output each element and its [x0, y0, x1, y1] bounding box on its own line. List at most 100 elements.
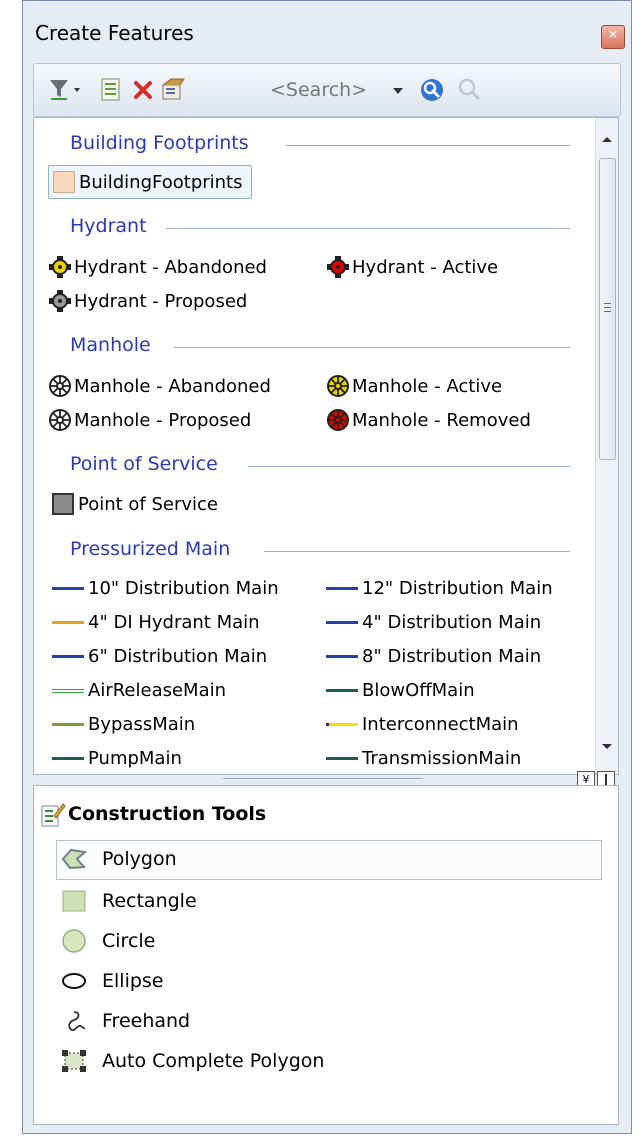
group-header-hydrant: Hydrant: [70, 215, 147, 237]
template-label: BuildingFootprints: [79, 171, 243, 193]
template-list[interactable]: Building Footprints BuildingFootprints H…: [33, 117, 619, 775]
freehand-icon: [60, 1008, 88, 1034]
polygon-icon: [60, 846, 88, 872]
template-main[interactable]: AirReleaseMain: [52, 680, 226, 701]
circle-icon: [60, 928, 88, 954]
tool-label: Freehand: [102, 1010, 191, 1032]
template-hydrant-proposed[interactable]: Hydrant - Proposed: [48, 289, 247, 313]
group-header-point-of-service: Point of Service: [70, 453, 218, 475]
group-header-pressurized-main: Pressurized Main: [70, 538, 231, 560]
point-symbol-icon: [52, 493, 74, 515]
template-main[interactable]: 10" Distribution Main: [52, 578, 279, 599]
line-symbol-icon: [52, 723, 84, 726]
line-symbol-icon: [326, 723, 358, 726]
window-title: Create Features: [35, 21, 194, 45]
manhole-symbol-icon: [49, 409, 71, 431]
template-label: Manhole - Removed: [352, 409, 531, 431]
template-hydrant-active[interactable]: Hydrant - Active: [326, 255, 498, 279]
tool-rectangle[interactable]: Rectangle: [60, 888, 197, 914]
template-label: Hydrant - Abandoned: [74, 256, 267, 278]
template-label: Manhole - Proposed: [74, 409, 252, 431]
template-main[interactable]: BypassMain: [52, 714, 195, 735]
toolbar: <Search>: [33, 63, 621, 117]
template-main[interactable]: 12" Distribution Main: [326, 578, 553, 599]
line-symbol-icon: [326, 757, 358, 760]
line-symbol-icon: [326, 655, 358, 658]
tool-auto-complete-polygon[interactable]: Auto Complete Polygon: [60, 1048, 324, 1074]
template-label: AirReleaseMain: [88, 680, 227, 701]
construction-tools-title: Construction Tools: [68, 803, 267, 825]
properties-icon[interactable]: [160, 77, 186, 103]
template-main[interactable]: BlowOffMain: [326, 680, 475, 701]
line-symbol-icon: [326, 621, 358, 624]
template-main[interactable]: InterconnectMain: [326, 714, 519, 735]
filter-icon[interactable]: [48, 77, 84, 103]
tool-label: Polygon: [102, 848, 177, 870]
manhole-symbol-icon: [327, 409, 349, 431]
template-label: 6" Distribution Main: [88, 646, 268, 667]
clear-search-icon[interactable]: [456, 77, 484, 103]
hydrant-symbol-icon: [49, 256, 71, 278]
scroll-down-icon[interactable]: [596, 736, 618, 756]
search-input[interactable]: <Search>: [270, 76, 380, 104]
template-label: Manhole - Active: [352, 375, 503, 397]
template-manhole-proposed[interactable]: Manhole - Proposed: [48, 408, 251, 432]
construction-tools-icon: [41, 803, 66, 827]
hydrant-symbol-icon: [49, 290, 71, 312]
tool-freehand[interactable]: Freehand: [60, 1008, 190, 1034]
tool-circle[interactable]: Circle: [60, 928, 155, 954]
auto-complete-polygon-icon: [60, 1048, 88, 1074]
tool-label: Rectangle: [102, 890, 197, 912]
line-symbol-icon: [52, 757, 84, 760]
ellipse-icon: [60, 968, 88, 994]
group-divider: [264, 551, 570, 552]
line-symbol-icon: [52, 621, 84, 624]
manhole-symbol-icon: [49, 375, 71, 397]
line-symbol-icon: [326, 689, 358, 692]
template-label: InterconnectMain: [362, 714, 519, 735]
template-label: TransmissionMain: [362, 748, 522, 769]
search-icon[interactable]: [418, 77, 446, 103]
template-manhole-active[interactable]: Manhole - Active: [326, 374, 502, 398]
template-main[interactable]: 6" Distribution Main: [52, 646, 267, 667]
scroll-up-icon[interactable]: [596, 130, 618, 150]
template-manhole-abandoned[interactable]: Manhole - Abandoned: [48, 374, 271, 398]
hydrant-symbol-icon: [327, 256, 349, 278]
template-label: Hydrant - Proposed: [74, 290, 248, 312]
group-divider: [286, 145, 570, 146]
search-dropdown-icon[interactable]: [390, 77, 406, 103]
template-main[interactable]: 4" Distribution Main: [326, 612, 541, 633]
delete-icon[interactable]: [132, 77, 154, 103]
template-main[interactable]: 8" Distribution Main: [326, 646, 541, 667]
manhole-symbol-icon: [327, 375, 349, 397]
title-bar: Create Features ✕: [23, 1, 631, 63]
close-button[interactable]: ✕: [601, 25, 625, 49]
group-divider: [248, 466, 570, 467]
template-main[interactable]: PumpMain: [52, 748, 182, 769]
template-main[interactable]: 4" DI Hydrant Main: [52, 612, 260, 633]
template-point-of-service[interactable]: Point of Service: [52, 493, 218, 515]
template-list-scrollbar[interactable]: [595, 118, 618, 774]
organize-templates-icon[interactable]: [100, 77, 122, 103]
line-symbol-icon: [52, 655, 84, 658]
create-features-window: Create Features ✕ <Search> Building Foot…: [22, 0, 632, 1134]
template-main[interactable]: TransmissionMain: [326, 748, 521, 769]
template-label: 12" Distribution Main: [362, 578, 553, 599]
pane-splitter[interactable]: ¥: [33, 771, 617, 789]
polygon-symbol-icon: [53, 171, 75, 193]
template-building-footprints[interactable]: BuildingFootprints: [48, 165, 252, 199]
scrollbar-thumb[interactable]: [599, 158, 616, 460]
group-header-building: Building Footprints: [70, 132, 249, 154]
template-hydrant-abandoned[interactable]: Hydrant - Abandoned: [48, 255, 267, 279]
template-label: PumpMain: [88, 748, 182, 769]
template-label: 4" DI Hydrant Main: [88, 612, 260, 633]
tool-ellipse[interactable]: Ellipse: [60, 968, 164, 994]
tool-label: Circle: [102, 930, 156, 952]
template-label: 10" Distribution Main: [88, 578, 279, 599]
template-label: Point of Service: [78, 493, 219, 515]
template-label: Manhole - Abandoned: [74, 375, 271, 397]
tool-label: Ellipse: [102, 970, 164, 992]
line-symbol-icon: [52, 587, 84, 590]
tool-polygon[interactable]: Polygon: [60, 846, 177, 872]
template-manhole-removed[interactable]: Manhole - Removed: [326, 408, 531, 432]
